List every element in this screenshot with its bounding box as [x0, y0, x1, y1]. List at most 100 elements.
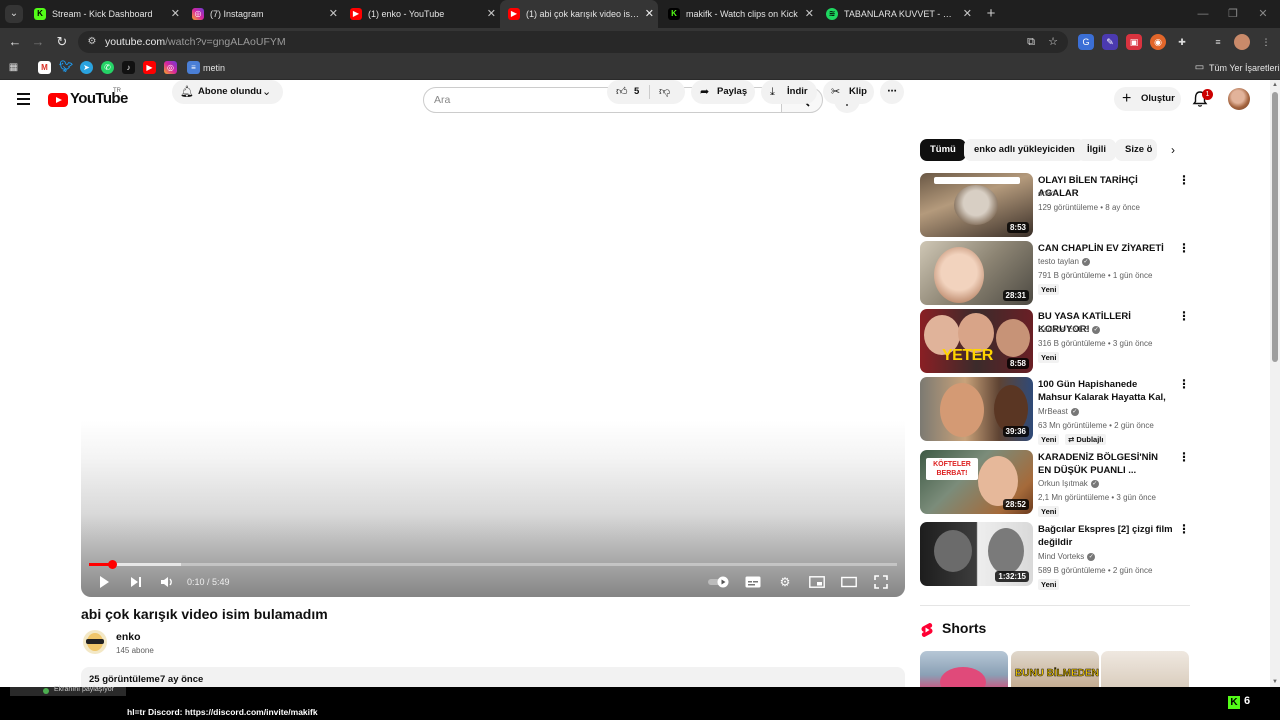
translate-extension-icon[interactable]: G — [1078, 34, 1094, 50]
play-icon[interactable] — [92, 573, 116, 591]
download-button[interactable]: ⤓ İndir — [761, 80, 817, 104]
shorts-thumbnail[interactable] — [920, 651, 1008, 687]
instagram-icon[interactable]: ◎ — [164, 61, 177, 74]
scroll-down-icon[interactable]: ▼ — [1271, 679, 1279, 685]
more-vertical-icon[interactable]: ⋮ — [1178, 377, 1190, 391]
restore-icon[interactable]: ❐ — [1218, 0, 1248, 28]
profile-avatar-icon[interactable] — [1234, 34, 1250, 50]
recommendation-channel[interactable]: Orkun Işıtmak ✓ — [1038, 479, 1099, 488]
more-vertical-icon[interactable]: ⋮ — [1178, 309, 1190, 323]
subscribed-button[interactable]: 🔔︎ Abone olundu ⌄ — [172, 80, 283, 104]
video-player[interactable]: 0:10 / 5:49 ⚙ — [81, 132, 905, 597]
account-avatar[interactable] — [1228, 88, 1250, 110]
chip-all[interactable]: Tümü — [920, 139, 966, 161]
recommendation-channel[interactable]: MrBeast ✓ — [1038, 407, 1079, 416]
scrollbar-thumb[interactable] — [1272, 92, 1278, 362]
tab-kick-clips[interactable]: K makifk - Watch clips on Kick ✕ — [660, 0, 818, 28]
tab-enko-youtube[interactable]: ▶ (1) enko - YouTube ✕ — [342, 0, 500, 28]
fullscreen-icon[interactable] — [869, 573, 893, 591]
recommendation-item[interactable]: 28:31 CAN CHAPLİN EV ZİYARETİ testo tayl… — [920, 241, 1190, 305]
install-app-icon[interactable]: ⧉ — [1023, 34, 1039, 50]
youtube-icon[interactable]: ▶ — [143, 61, 156, 74]
video-extension-icon[interactable]: ▣ — [1126, 34, 1142, 50]
tiktok-icon[interactable]: ♪ — [122, 61, 135, 74]
bookmark-metin[interactable]: metin — [203, 56, 225, 80]
clip-button[interactable]: ✂ Klip — [823, 80, 874, 104]
video-thumbnail[interactable]: YETER 8:58 — [920, 309, 1033, 373]
close-icon[interactable]: ✕ — [487, 0, 496, 28]
like-button[interactable]: 👍︎ — [616, 80, 628, 104]
tab-current-video[interactable]: ▶ (1) abi çok karışık video isim bu ✕ — [500, 0, 658, 28]
shorts-thumbnail[interactable] — [1101, 651, 1189, 687]
miniplayer-icon[interactable] — [805, 573, 829, 591]
address-bar[interactable]: ⚙ youtube.com/watch?v=gngALAoUFYM ⧉ ☆ — [78, 31, 1068, 53]
tab-search-button[interactable]: ⌄ — [5, 5, 23, 23]
site-info-icon[interactable]: ⚙ — [84, 34, 100, 50]
dislike-button[interactable]: 👎︎ — [659, 80, 670, 104]
close-icon[interactable]: ✕ — [329, 0, 338, 28]
next-video-icon[interactable] — [124, 573, 148, 591]
back-icon[interactable]: ← — [5, 32, 25, 52]
apps-grid-icon[interactable]: ▦ — [7, 61, 20, 74]
description-box[interactable]: 25 görüntüleme 7 ay önce — [81, 667, 905, 687]
pen-extension-icon[interactable]: ✎ — [1102, 34, 1118, 50]
tab-spotify[interactable]: ≋ TABANLARA KUVVET - müzik v ✕ — [818, 0, 976, 28]
create-button[interactable]: + Oluştur — [1114, 87, 1181, 111]
gmail-icon[interactable]: M — [38, 61, 51, 74]
channel-name[interactable]: enko — [116, 631, 141, 643]
channel-avatar[interactable] — [83, 630, 107, 654]
menu-kebab-icon[interactable]: ⋮ — [1258, 34, 1274, 50]
whatsapp-icon[interactable]: ✆ — [101, 61, 114, 74]
scroll-up-icon[interactable]: ▲ — [1271, 82, 1279, 88]
recommendation-item[interactable]: 8:53 OLAYI BİLEN TARİHÇİ AGALAR enko 129… — [920, 173, 1190, 237]
recommendation-item[interactable]: 1:32:15 Bağcılar Ekspres [2] çizgi film … — [920, 522, 1190, 590]
settings-gear-icon[interactable]: ⚙ — [773, 573, 797, 591]
forward-icon[interactable]: → — [28, 32, 48, 52]
recommendation-channel[interactable]: enko — [1038, 189, 1055, 198]
close-icon[interactable]: ✕ — [805, 0, 814, 28]
recommendation-title[interactable]: Bağcılar Ekspres [2] çizgi film değildir — [1038, 523, 1173, 549]
recommendation-title[interactable]: 100 Gün Hapishanede Mahsur Kalarak Hayat… — [1038, 378, 1173, 405]
recommendation-channel[interactable]: testo taylan ✓ — [1038, 257, 1090, 266]
recommendation-channel[interactable]: Mind Vorteks ✓ — [1038, 552, 1096, 561]
minimize-icon[interactable]: — — [1188, 0, 1218, 28]
theater-mode-icon[interactable] — [837, 573, 861, 591]
recommendation-title[interactable]: OLAYI BİLEN TARİHÇİ AGALAR — [1038, 174, 1173, 200]
more-vertical-icon[interactable]: ⋮ — [1178, 241, 1190, 255]
all-bookmarks[interactable]: Tüm Yer İşaretleri — [1209, 56, 1280, 80]
recommendation-item[interactable]: KÖFTELER BERBAT! 28:52 KARADENİZ BÖLGESİ… — [920, 450, 1190, 517]
share-button[interactable]: ➦ Paylaş — [691, 80, 755, 104]
shorts-thumbnail[interactable]: BUNU BİLMEDEN — [1011, 651, 1099, 687]
bookmark-star-icon[interactable]: ☆ — [1045, 34, 1061, 50]
chip-from-uploader[interactable]: enko adlı yükleyiciden — [964, 139, 1085, 161]
video-thumbnail[interactable]: 39:36 — [920, 377, 1033, 441]
recommendation-channel[interactable]: Sadece ENES ✓ — [1038, 325, 1101, 334]
more-vertical-icon[interactable]: ⋮ — [1178, 173, 1190, 187]
metin-bookmark-icon[interactable]: ≡ — [187, 61, 200, 74]
more-actions-button[interactable]: ⋯ — [880, 80, 904, 104]
video-thumbnail[interactable]: 28:31 — [920, 241, 1033, 305]
recommendation-item[interactable]: YETER 8:58 BU YASA KATİLLERİ KORUYOR! Sa… — [920, 309, 1190, 373]
twitter-icon[interactable]: 🐦︎ — [59, 61, 73, 74]
recommendation-title[interactable]: CAN CHAPLİN EV ZİYARETİ — [1038, 242, 1173, 255]
tab-kick-dashboard[interactable]: K Stream - Kick Dashboard ✕ — [26, 0, 184, 28]
video-thumbnail[interactable]: 8:53 — [920, 173, 1033, 237]
more-vertical-icon[interactable]: ⋮ — [1178, 450, 1190, 464]
tab-instagram[interactable]: ◎ (7) Instagram ✕ — [184, 0, 342, 28]
new-tab-button[interactable]: + — [981, 4, 1001, 24]
video-thumbnail[interactable]: KÖFTELER BERBAT! 28:52 — [920, 450, 1033, 514]
recommendation-title[interactable]: KARADENİZ BÖLGESİ'NİN EN DÜŞÜK PUANLI ..… — [1038, 451, 1173, 477]
chip-related[interactable]: İlgili — [1077, 139, 1116, 161]
hamburger-menu-icon[interactable] — [14, 89, 34, 109]
progress-bar[interactable] — [89, 560, 897, 569]
close-icon[interactable]: ✕ — [171, 0, 180, 28]
reload-icon[interactable]: ↻ — [52, 32, 72, 52]
close-icon[interactable]: ✕ — [963, 0, 972, 28]
close-window-icon[interactable]: ✕ — [1248, 0, 1278, 28]
telegram-icon[interactable]: ➤ — [80, 61, 93, 74]
orange-extension-icon[interactable]: ◉ — [1150, 34, 1166, 50]
page-scrollbar[interactable]: ▲ ▼ — [1270, 80, 1280, 687]
chip-for-you[interactable]: Size ö — [1115, 139, 1157, 161]
media-queue-icon[interactable]: ≡ — [1210, 34, 1226, 50]
video-thumbnail[interactable]: 1:32:15 — [920, 522, 1033, 586]
